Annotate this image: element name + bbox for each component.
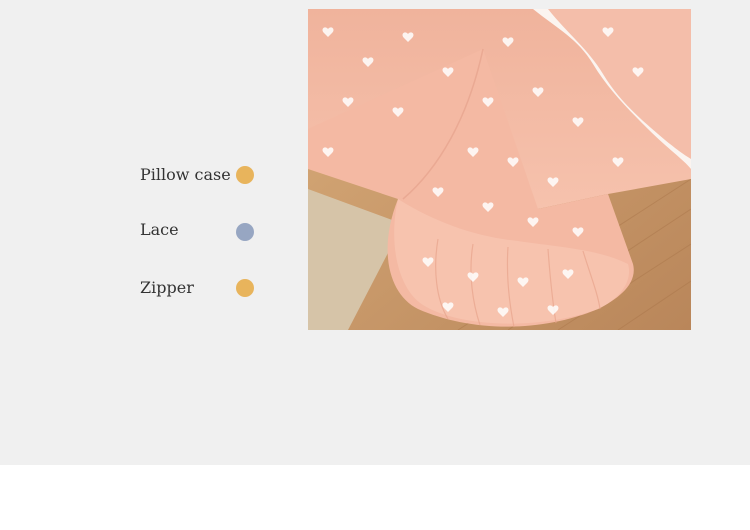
bed-sheet-illustration	[308, 9, 691, 330]
legend-color-dot	[236, 223, 254, 241]
legend-color-dot	[236, 166, 254, 184]
product-photo	[308, 9, 691, 330]
legend-item-zipper: Zipper	[140, 276, 260, 300]
legend-color-dot	[236, 279, 254, 297]
content-panel: Pillow case Lace Zipper	[0, 0, 750, 465]
legend-label: Lace	[140, 220, 179, 239]
legend-label: Zipper	[140, 278, 194, 297]
legend-item-pillow-case: Pillow case	[140, 163, 260, 187]
legend-item-lace: Lace	[140, 218, 260, 242]
legend-label: Pillow case	[140, 165, 231, 184]
